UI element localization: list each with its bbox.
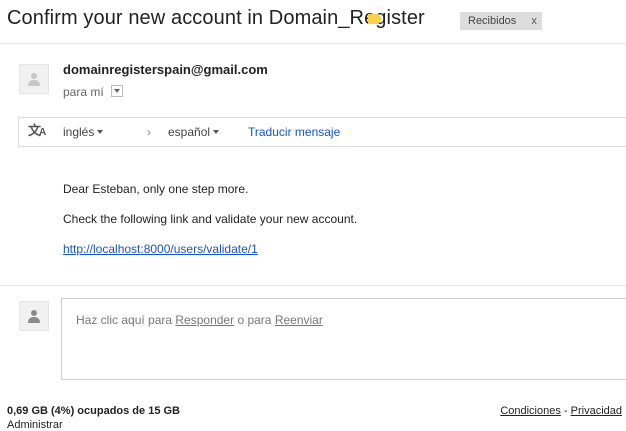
chevron-down-icon — [213, 130, 220, 134]
translate-message-link[interactable]: Traducir mensaje — [248, 125, 340, 139]
person-icon — [28, 310, 40, 323]
manage-storage-link[interactable]: Administrar — [7, 419, 63, 431]
forward-link[interactable]: Reenviar — [275, 313, 323, 327]
translate-icon: 文A — [28, 123, 47, 138]
target-language-select[interactable]: español — [168, 125, 220, 139]
inbox-label-chip[interactable]: Recibidos x — [460, 12, 542, 30]
source-language-label: inglés — [63, 125, 95, 139]
reply-prompt-middle: o para — [234, 313, 275, 327]
body-greeting: Dear Esteban, only one step more. — [63, 182, 249, 196]
sender-email[interactable]: domainregisterspain@gmail.com — [63, 62, 268, 77]
inbox-label-text: Recibidos — [468, 15, 517, 27]
footer-separator: - — [560, 405, 571, 417]
privacy-link[interactable]: Privacidad — [571, 405, 622, 417]
remove-label-button[interactable]: x — [531, 15, 537, 27]
reply-prompt: Haz clic aquí para Responder o para Reen… — [76, 313, 323, 327]
details-dropdown-button[interactable] — [111, 85, 124, 97]
reply-prompt-prefix: Haz clic aquí para — [76, 313, 176, 327]
language-arrow: › — [147, 125, 151, 139]
chevron-down-icon — [97, 130, 104, 134]
reply-box[interactable] — [61, 298, 626, 380]
storage-usage: 0,69 GB (4%) ocupados de 15 GB — [7, 405, 180, 417]
reply-divider — [0, 285, 626, 286]
source-language-select[interactable]: inglés — [63, 125, 104, 139]
recipient-label: para mí — [63, 85, 104, 99]
body-instruction: Check the following link and validate yo… — [63, 212, 358, 226]
sender-avatar — [19, 64, 49, 94]
footer-links: Condiciones - Privacidad — [500, 405, 622, 417]
user-avatar — [19, 301, 49, 331]
person-icon — [28, 73, 40, 86]
email-subject: Confirm your new account in Domain_Regis… — [7, 7, 425, 29]
target-language-label: español — [168, 125, 211, 139]
recipient-line: para mí — [63, 85, 124, 99]
validation-link[interactable]: http://localhost:8000/users/validate/1 — [63, 242, 258, 256]
reply-link[interactable]: Responder — [175, 313, 234, 327]
header-divider — [0, 43, 626, 44]
terms-link[interactable]: Condiciones — [500, 405, 561, 417]
